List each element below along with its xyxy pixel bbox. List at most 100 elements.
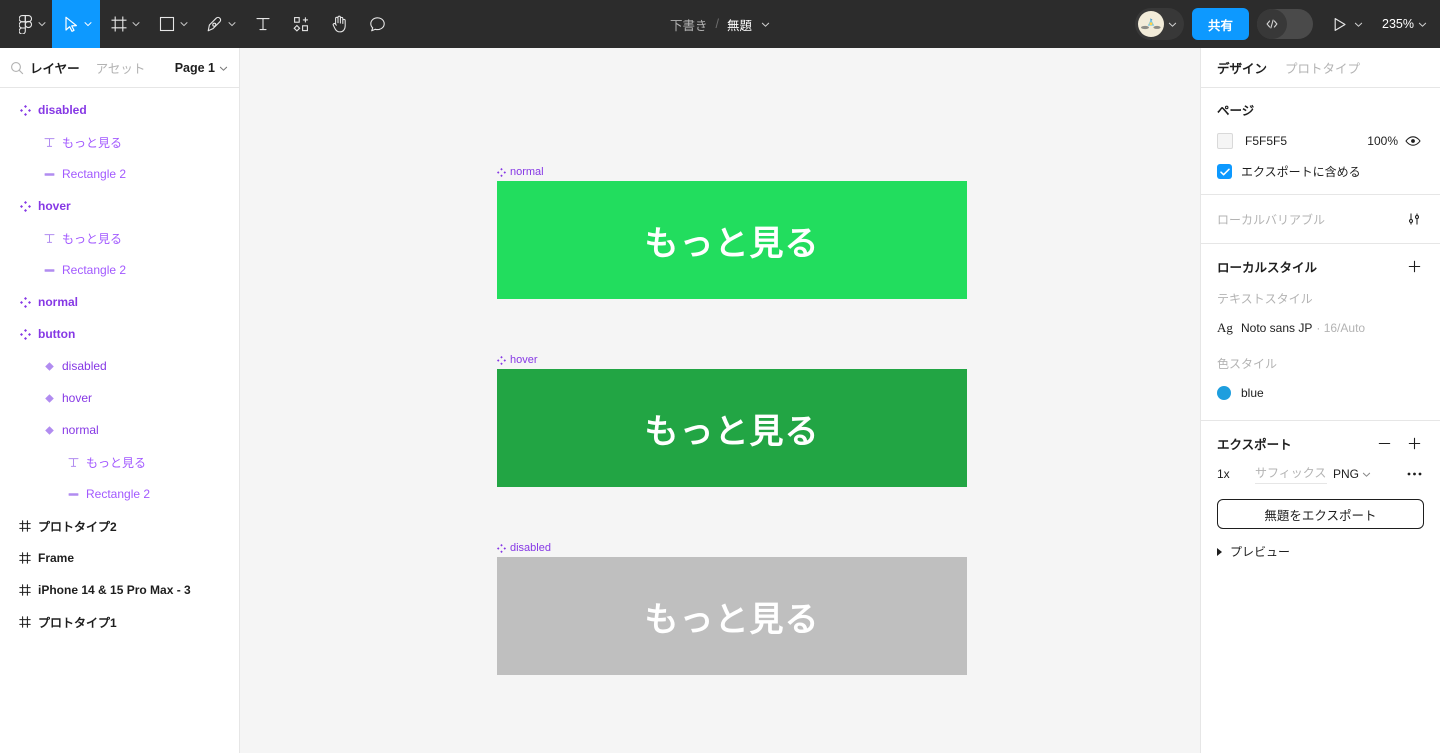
- tab-prototype[interactable]: プロトタイプ: [1285, 58, 1360, 77]
- right-panel-tabs: デザイン プロトタイプ: [1201, 48, 1440, 88]
- color-style-swatch-icon: [1217, 386, 1239, 400]
- export-scale[interactable]: 1x: [1217, 467, 1255, 481]
- layer-row[interactable]: プロトタイプ1: [0, 606, 239, 638]
- export-format-select[interactable]: PNG: [1333, 467, 1371, 481]
- button-rect-hover[interactable]: もっと見る: [497, 369, 967, 487]
- chevron-down-icon: [219, 64, 228, 72]
- layer-row[interactable]: もっと見る: [0, 446, 239, 478]
- layer-row[interactable]: もっと見る: [0, 126, 239, 158]
- layer-row[interactable]: Frame: [0, 542, 239, 574]
- resources-tool-button[interactable]: [282, 0, 320, 48]
- right-panel: デザイン プロトタイプ ページ F5F5F5 100% エクスポートに含める ロ…: [1200, 48, 1440, 753]
- local-styles-title: ローカルスタイル: [1217, 260, 1318, 275]
- component-name-label[interactable]: normal: [497, 166, 967, 178]
- local-variables-row[interactable]: ローカルバリアブル: [1217, 209, 1424, 229]
- layer-row[interactable]: hover: [0, 382, 239, 414]
- rectangle-layer-icon: [62, 489, 84, 500]
- button-rect-disabled[interactable]: もっと見る: [497, 557, 967, 675]
- tab-design[interactable]: デザイン: [1217, 58, 1267, 77]
- canvas-component-hover[interactable]: hover もっと見る: [497, 354, 967, 487]
- comment-tool-button[interactable]: [358, 0, 396, 48]
- preview-toggle[interactable]: プレビュー: [1217, 543, 1424, 560]
- chevron-down-icon: [228, 20, 236, 28]
- tab-assets[interactable]: アセット: [96, 58, 146, 77]
- tab-layers[interactable]: レイヤー: [30, 58, 80, 77]
- chevron-down-icon: [132, 20, 140, 28]
- layer-row[interactable]: Rectangle 2: [0, 254, 239, 286]
- layer-row[interactable]: もっと見る: [0, 222, 239, 254]
- layer-row-label: Rectangle 2: [62, 167, 127, 181]
- text-style-meta: · 16/Auto: [1316, 321, 1366, 335]
- layer-row[interactable]: normal: [0, 414, 239, 446]
- export-suffix-input[interactable]: サフィックス: [1255, 464, 1327, 484]
- text-layer-icon: [62, 457, 84, 468]
- add-export-icon[interactable]: [1404, 433, 1424, 453]
- search-icon[interactable]: [10, 61, 30, 75]
- include-in-export-checkbox[interactable]: [1217, 164, 1232, 179]
- pen-tool-button[interactable]: [196, 0, 244, 48]
- layer-row[interactable]: disabled: [0, 94, 239, 126]
- frame-icon: [14, 584, 36, 596]
- move-tool-button[interactable]: [52, 0, 100, 48]
- include-in-export-row[interactable]: エクスポートに含める: [1217, 163, 1424, 180]
- component-icon: [14, 104, 36, 116]
- export-settings-row: 1x サフィックス PNG: [1217, 461, 1424, 487]
- canvas-viewport[interactable]: normal もっと見る hover もっと見る disabled もっと見る: [240, 48, 1200, 753]
- text-style-item[interactable]: Ag Noto sans JP · 16/Auto: [1217, 315, 1424, 341]
- page-fill-hex[interactable]: F5F5F5: [1245, 134, 1287, 148]
- component-icon: [14, 328, 36, 340]
- breadcrumb-draft[interactable]: 下書き: [670, 15, 708, 34]
- export-button[interactable]: 無題をエクスポート: [1217, 499, 1424, 529]
- layer-row[interactable]: iPhone 14 & 15 Pro Max - 3: [0, 574, 239, 606]
- local-styles-section: ローカルスタイル テキストスタイル Ag Noto sans JP · 16/A…: [1201, 244, 1440, 421]
- chevron-down-icon[interactable]: [761, 20, 770, 29]
- frame-tool-button[interactable]: [100, 0, 148, 48]
- page-fill-opacity[interactable]: 100%: [1367, 134, 1398, 148]
- canvas-component-normal[interactable]: normal もっと見る: [497, 166, 967, 299]
- canvas-component-disabled[interactable]: disabled もっと見る: [497, 542, 967, 675]
- local-variables-title: ローカルバリアブル: [1217, 212, 1326, 227]
- hand-tool-button[interactable]: [320, 0, 358, 48]
- variables-settings-icon[interactable]: [1404, 209, 1424, 229]
- remove-export-icon[interactable]: [1374, 433, 1394, 453]
- layer-row[interactable]: プロトタイプ2: [0, 510, 239, 542]
- toolbar-right-controls: 共有 235%: [1135, 0, 1440, 48]
- component-icon: [497, 543, 506, 553]
- breadcrumb-file-name[interactable]: 無題: [727, 15, 752, 34]
- eye-icon[interactable]: [1402, 135, 1424, 147]
- text-tool-button[interactable]: [244, 0, 282, 48]
- component-name-text: normal: [510, 166, 544, 178]
- layer-row[interactable]: normal: [0, 286, 239, 318]
- preview-label: プレビュー: [1230, 545, 1291, 559]
- zoom-control[interactable]: 235%: [1382, 17, 1427, 31]
- chevron-down-icon: [84, 20, 92, 28]
- rectangle-tool-icon: [156, 13, 178, 35]
- color-style-item[interactable]: blue: [1217, 380, 1424, 406]
- resources-tool-icon: [290, 13, 312, 35]
- pen-tool-icon: [204, 13, 226, 35]
- layer-list: disabled もっと見る Rectangle 2 hover もっと見る Rectan…: [0, 88, 239, 638]
- layer-row[interactable]: button: [0, 318, 239, 350]
- text-style-glyph-icon: Ag: [1217, 320, 1233, 335]
- present-button[interactable]: [1329, 13, 1363, 35]
- component-name-label[interactable]: hover: [497, 354, 967, 366]
- layer-row[interactable]: Rectangle 2: [0, 478, 239, 510]
- figma-menu-button[interactable]: [0, 0, 52, 48]
- export-header: エクスポート: [1217, 433, 1424, 453]
- component-name-label[interactable]: disabled: [497, 542, 967, 554]
- share-button[interactable]: 共有: [1192, 8, 1250, 40]
- layer-row[interactable]: Rectangle 2: [0, 158, 239, 190]
- user-avatar-menu[interactable]: [1135, 8, 1184, 40]
- rectangle-layer-icon: [38, 169, 60, 180]
- shape-tool-button[interactable]: [148, 0, 196, 48]
- layer-row[interactable]: hover: [0, 190, 239, 222]
- page-selector[interactable]: Page 1: [175, 61, 228, 75]
- add-style-icon[interactable]: [1404, 256, 1424, 276]
- dev-mode-toggle[interactable]: [1257, 9, 1314, 39]
- layer-row[interactable]: disabled: [0, 350, 239, 382]
- export-more-options-icon[interactable]: [1404, 464, 1424, 484]
- button-rect-normal[interactable]: もっと見る: [497, 181, 967, 299]
- page-fill-swatch[interactable]: [1217, 133, 1233, 149]
- breadcrumb: 下書き / 無題: [670, 15, 770, 34]
- text-layer-icon: [38, 137, 60, 148]
